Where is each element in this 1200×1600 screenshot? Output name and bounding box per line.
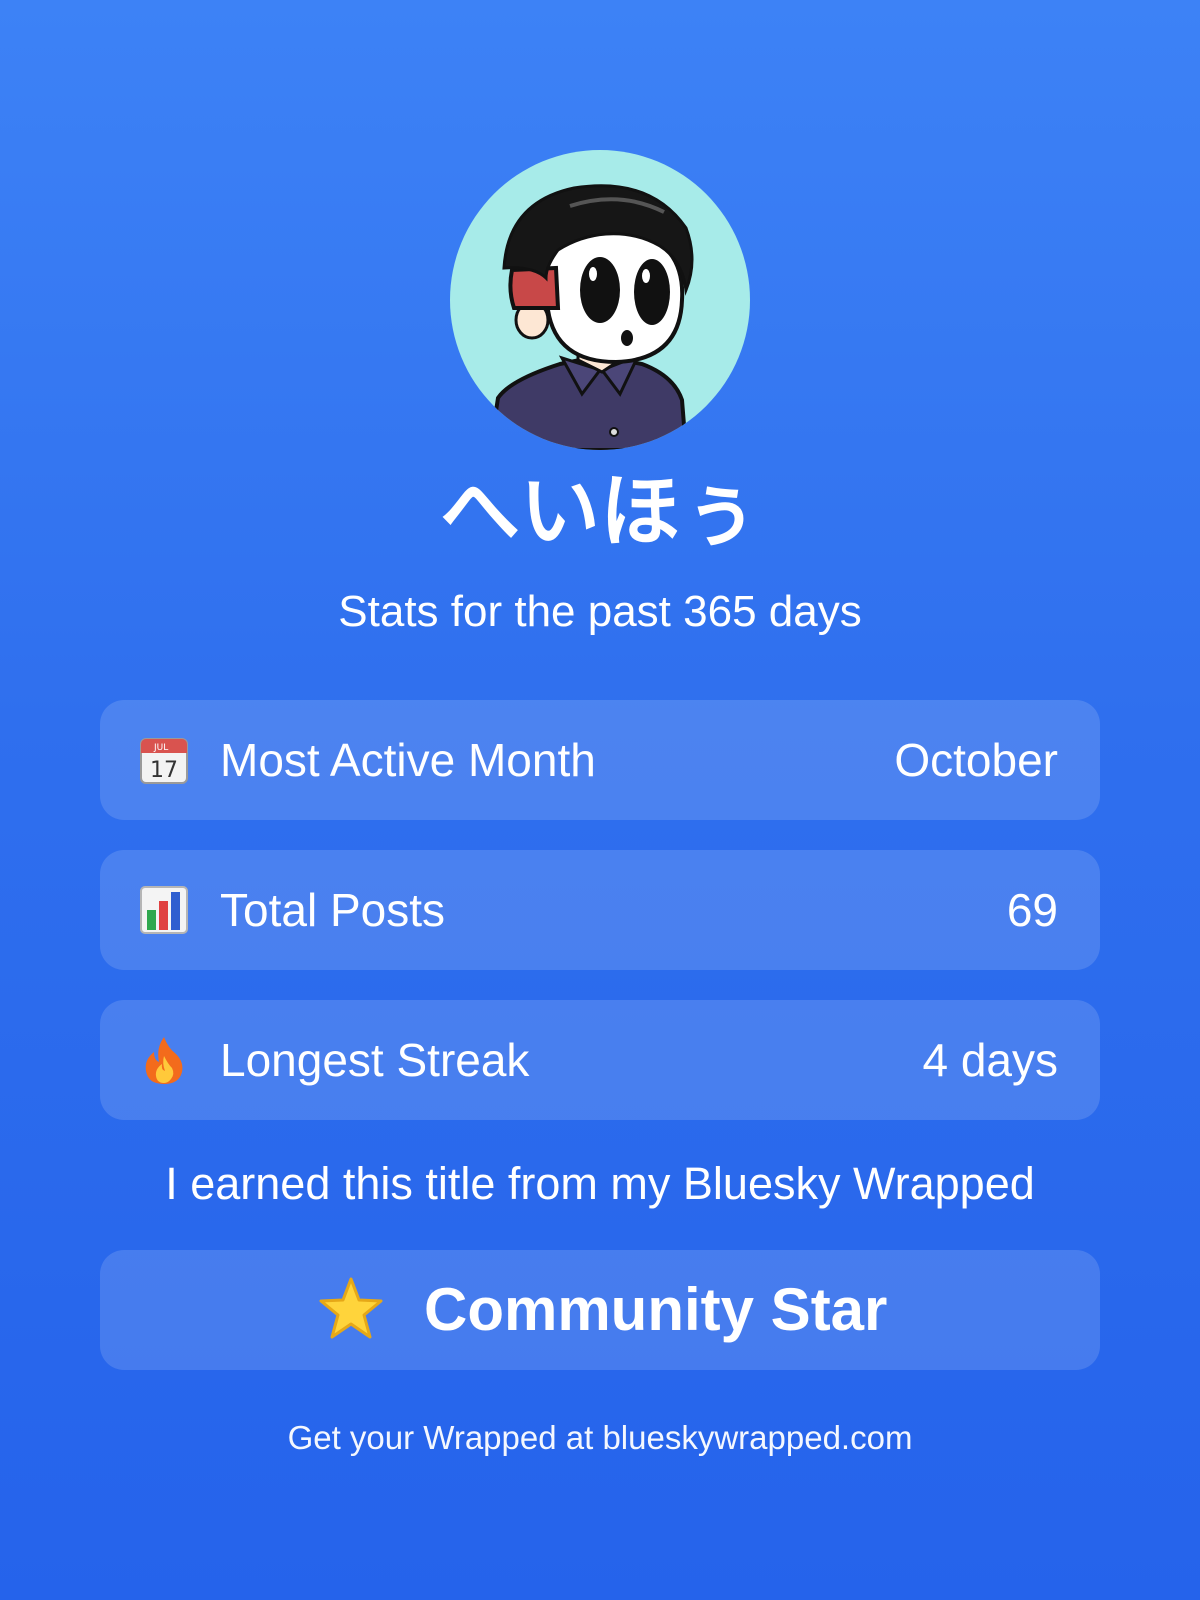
- stat-label: Most Active Month: [220, 734, 596, 786]
- star-icon: [318, 1276, 384, 1342]
- stat-label: Longest Streak: [220, 1034, 530, 1086]
- title-badge-label: Community Star: [424, 1276, 888, 1343]
- fire-icon: [138, 1034, 190, 1086]
- stat-label: Total Posts: [220, 884, 445, 936]
- bar-chart-icon: [138, 884, 190, 936]
- stat-row-most-active-month: JUL 17 Most Active Month October: [100, 700, 1100, 820]
- avatar-illustration: [487, 184, 694, 450]
- stat-row-total-posts: Total Posts 69: [100, 850, 1100, 970]
- stat-value: 4 days: [922, 1034, 1058, 1086]
- stat-value: 69: [1006, 884, 1058, 936]
- earned-title-caption: I earned this title from my Bluesky Wrap…: [165, 1158, 1035, 1209]
- stats-period-subtitle: Stats for the past 365 days: [338, 587, 862, 636]
- footer-link-text: Get your Wrapped at blueskywrapped.com: [287, 1419, 913, 1456]
- calendar-icon-day: 17: [150, 758, 178, 783]
- stat-value: October: [894, 734, 1058, 786]
- display-name: へいほぅ: [440, 465, 760, 558]
- title-badge: Community Star: [100, 1250, 1100, 1370]
- calendar-icon-month: JUL: [153, 743, 168, 753]
- stat-row-longest-streak: Longest Streak 4 days: [100, 1000, 1100, 1120]
- wrapped-card: へいほぅ Stats for the past 365 days JUL 17 …: [0, 0, 1200, 1600]
- calendar-icon: JUL 17: [138, 734, 190, 786]
- avatar: [450, 150, 750, 450]
